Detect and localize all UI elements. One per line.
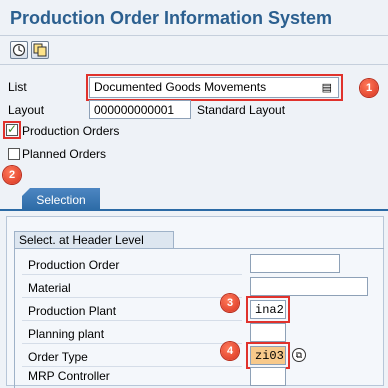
- row-label-mrp-controller: MRP Controller: [28, 369, 110, 383]
- tab-selection[interactable]: Selection: [22, 188, 100, 211]
- layout-label: Layout: [8, 103, 45, 117]
- planning-plant-field[interactable]: [250, 323, 286, 342]
- planned-orders-checkbox[interactable]: [8, 148, 20, 160]
- search-help-icon[interactable]: ⧉: [292, 348, 306, 362]
- copy-icon: [33, 43, 47, 57]
- step-marker-3: 3: [221, 294, 239, 312]
- execute-button[interactable]: [10, 41, 28, 59]
- mrp-controller-field[interactable]: [250, 367, 286, 386]
- row-label-planning-plant: Planning plant: [28, 327, 105, 341]
- material-field[interactable]: [250, 277, 368, 296]
- order-type-highlight: [246, 342, 290, 369]
- production-orders-label: Production Orders: [22, 124, 120, 138]
- production-order-field[interactable]: [250, 254, 340, 273]
- row-label-order-type: Order Type: [28, 350, 88, 364]
- page-title: Production Order Information System: [10, 8, 333, 28]
- step-marker-2: 2: [3, 166, 21, 184]
- layout-description: Standard Layout: [197, 103, 286, 117]
- production-orders-checkbox[interactable]: ✓: [6, 122, 18, 136]
- copy-variant-button[interactable]: [31, 41, 49, 59]
- planned-orders-label: Planned Orders: [22, 147, 107, 161]
- row-label-production-order: Production Order: [28, 258, 120, 272]
- step-marker-1: 1: [360, 79, 378, 97]
- row-label-material: Material: [28, 281, 71, 295]
- title-divider: [0, 35, 388, 36]
- row-label-production-plant: Production Plant: [28, 304, 117, 318]
- layout-field[interactable]: 000000000001: [89, 100, 191, 119]
- list-highlight: [86, 74, 343, 101]
- step-marker-4: 4: [221, 342, 239, 360]
- toolbar-divider: [0, 64, 388, 65]
- layout-field-value: 000000000001: [94, 103, 175, 117]
- list-label: List: [8, 80, 27, 94]
- checkmark-icon: ✓: [7, 122, 18, 136]
- production-plant-highlight: [246, 296, 290, 323]
- execute-icon: [12, 43, 26, 57]
- header-level-title: Select. at Header Level: [14, 231, 174, 248]
